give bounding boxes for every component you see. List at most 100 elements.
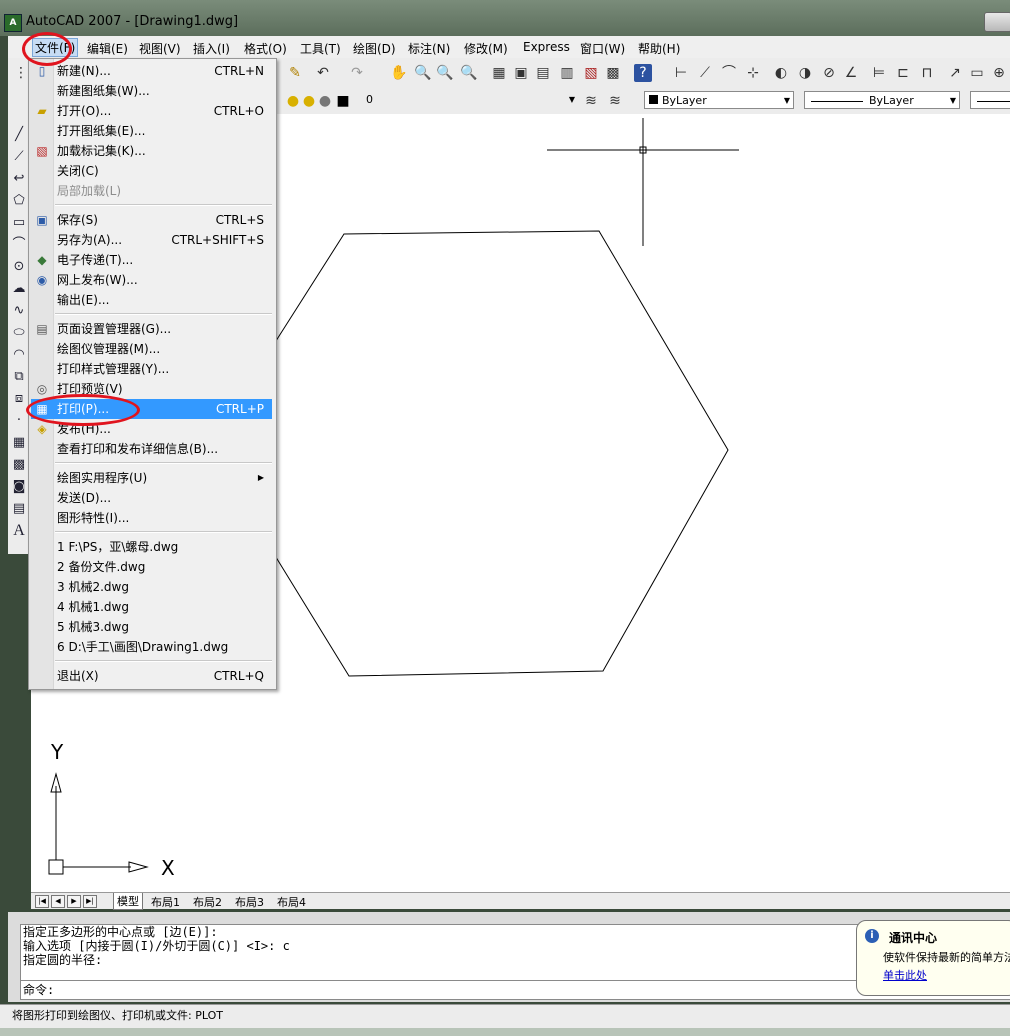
menu-dimension[interactable]: 标注(N) [408,40,450,57]
dim-arc-icon[interactable]: ⌒ [720,64,738,82]
menu-item-drawing-utilities[interactable]: 绘图实用程序(U) ▶ [31,468,272,488]
autocad-app-icon[interactable]: A [4,14,22,32]
tab-first-icon[interactable]: |◀ [35,895,49,908]
tab-next-icon[interactable]: ▶ [67,895,81,908]
pan-icon[interactable]: ✋ [390,64,408,82]
dim-angular-icon[interactable]: ∠ [842,64,860,82]
rectangle-icon[interactable]: ▭ [10,214,28,232]
menu-item-recent-2[interactable]: 2 备份文件.dwg [31,557,272,577]
dim-linear-icon[interactable]: ⊢ [672,64,690,82]
hatch-icon[interactable]: ▦ [10,434,28,452]
menu-file[interactable]: 文件(F) [32,38,79,57]
point-icon[interactable]: · [10,412,28,430]
center-mark-icon[interactable]: ⊕ [990,64,1008,82]
dim-ordinate-icon[interactable]: ⊹ [744,64,762,82]
redo-icon[interactable]: ↷ [348,64,366,82]
zoom-previous-icon[interactable]: 🔍 [460,64,478,82]
menu-insert[interactable]: 插入(I) [193,40,230,57]
tab-model[interactable]: 模型 [113,893,143,910]
menu-edit[interactable]: 编辑(E) [87,40,128,57]
layer-previous-icon[interactable]: ≋ [606,92,624,110]
zoom-window-icon[interactable]: 🔍 [436,64,454,82]
dim-baseline-icon[interactable]: ⊏ [894,64,912,82]
quick-leader-icon[interactable]: ↗ [946,64,964,82]
hexagon-shape[interactable] [273,230,729,677]
gradient-icon[interactable]: ▩ [10,456,28,474]
ellipse-arc-icon[interactable]: ◠ [10,346,28,364]
lineweight-select[interactable] [970,91,1010,109]
polyline-icon[interactable]: ↩ [10,170,28,188]
dim-radius-icon[interactable]: ◐ [772,64,790,82]
menu-item-close[interactable]: 关闭(C) [31,161,272,181]
menu-help[interactable]: 帮助(H) [638,40,680,57]
menu-window[interactable]: 窗口(W) [580,40,625,57]
menu-item-plotter-manager[interactable]: 绘图仪管理器(M)... [31,339,272,359]
construction-line-icon[interactable]: ⟋ [10,148,28,166]
tab-layout4[interactable]: 布局4 [277,894,306,910]
menu-view[interactable]: 视图(V) [139,40,181,57]
menu-item-plot[interactable]: ▦ 打印(P)... CTRL+P [31,399,272,419]
menu-item-page-setup[interactable]: ▤ 页面设置管理器(G)... [31,319,272,339]
polygon-icon[interactable]: ⬠ [10,192,28,210]
region-icon[interactable]: ◙ [10,478,28,496]
tool-palettes-icon[interactable]: ▤ [534,64,552,82]
tab-prev-icon[interactable]: ◀ [51,895,65,908]
match-properties-icon[interactable]: ✎ [286,64,304,82]
dim-diameter-icon[interactable]: ⊘ [820,64,838,82]
help-icon[interactable]: ? [634,64,652,82]
menu-item-open[interactable]: ▰ 打开(O)... CTRL+O [31,101,272,121]
menu-express[interactable]: Express [523,40,570,54]
multiline-text-icon[interactable]: A [10,522,28,540]
color-select[interactable]: ByLayer ▼ [644,91,794,109]
table-icon[interactable]: ▤ [10,500,28,518]
menu-item-publish-web[interactable]: ◉ 网上发布(W)... [31,270,272,290]
menu-item-new[interactable]: ▯ 新建(N)... CTRL+N [31,61,272,81]
menu-item-recent-1[interactable]: 1 F:\PS，亚\螺母.dwg [31,537,272,557]
menu-tools[interactable]: 工具(T) [300,40,341,57]
menu-item-open-sheet-set[interactable]: 打开图纸集(E)... [31,121,272,141]
tab-layout2[interactable]: 布局2 [193,894,222,910]
menu-item-etransmit[interactable]: ◆ 电子传递(T)... [31,250,272,270]
markup-set-icon[interactable]: ▧ [582,64,600,82]
menu-item-publish[interactable]: ◈ 发布(H)... [31,419,272,439]
revision-cloud-icon[interactable]: ☁ [10,280,28,298]
line-icon[interactable]: ╱ [10,126,28,144]
menu-item-send[interactable]: 发送(D)... [31,488,272,508]
balloon-link[interactable]: 单击此处 [883,967,927,983]
undo-icon[interactable]: ↶ [314,64,332,82]
spline-icon[interactable]: ∿ [10,302,28,320]
properties-icon[interactable]: ▦ [490,64,508,82]
quick-dim-icon[interactable]: ⊨ [870,64,888,82]
zoom-realtime-icon[interactable]: 🔍 [414,64,432,82]
menu-item-recent-3[interactable]: 3 机械2.dwg [31,577,272,597]
menu-modify[interactable]: 修改(M) [464,40,508,57]
communication-center-balloon[interactable]: i 通讯中心 使软件保持最新的简单方法 单击此处 [856,920,1010,996]
menu-item-recent-6[interactable]: 6 D:\手工\画图\Drawing1.dwg [31,637,272,657]
tab-last-icon[interactable]: ▶| [83,895,97,908]
make-block-icon[interactable]: ⧈ [10,390,28,408]
menu-item-drawing-properties[interactable]: 图形特性(I)... [31,508,272,528]
design-center-icon[interactable]: ▣ [512,64,530,82]
dim-jogged-icon[interactable]: ◑ [796,64,814,82]
ellipse-icon[interactable]: ⬭ [10,324,28,342]
menu-item-save[interactable]: ▣ 保存(S) CTRL+S [31,210,272,230]
menu-item-recent-4[interactable]: 4 机械1.dwg [31,597,272,617]
layer-select[interactable]: 0 ▼ [276,91,578,109]
menu-item-load-markup[interactable]: ▧ 加载标记集(K)... [31,141,272,161]
menu-item-recent-5[interactable]: 5 机械3.dwg [31,617,272,637]
tab-layout3[interactable]: 布局3 [235,894,264,910]
arc-icon[interactable]: ⌒ [10,236,28,254]
tolerance-icon[interactable]: ▭ [968,64,986,82]
dim-aligned-icon[interactable]: ⟋ [696,64,714,82]
menu-draw[interactable]: 绘图(D) [353,40,396,57]
menu-item-exit[interactable]: 退出(X) CTRL+Q [31,666,272,686]
insert-block-icon[interactable]: ⧉ [10,368,28,386]
calculator-icon[interactable]: ▩ [604,64,622,82]
menu-item-new-sheet-set[interactable]: 新建图纸集(W)... [31,81,272,101]
layer-manager-icon[interactable]: ≋ [582,92,600,110]
menu-item-save-as[interactable]: 另存为(A)... CTRL+SHIFT+S [31,230,272,250]
menu-item-plot-style-manager[interactable]: 打印样式管理器(Y)... [31,359,272,379]
circle-icon[interactable]: ⊙ [10,258,28,276]
menu-item-export[interactable]: 输出(E)... [31,290,272,310]
menu-item-plot-details[interactable]: 查看打印和发布详细信息(B)... [31,439,272,459]
